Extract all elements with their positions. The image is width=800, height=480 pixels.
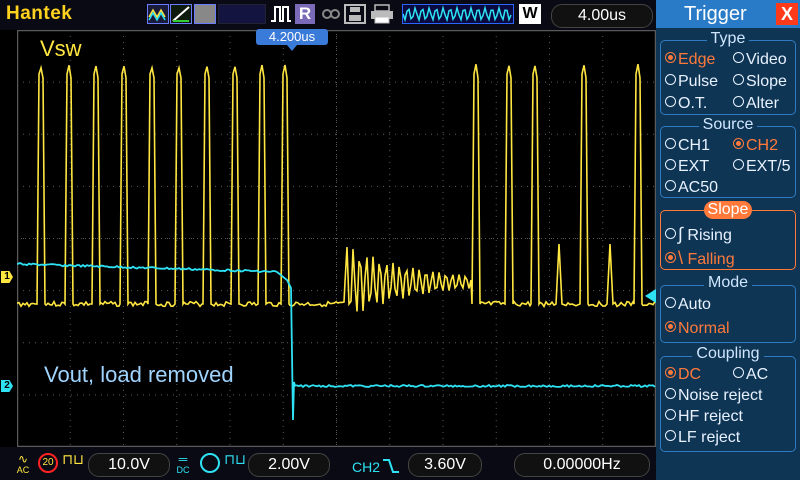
ch1-ground-marker[interactable]: 1 [1, 271, 13, 283]
display-pattern-icon[interactable] [147, 4, 169, 24]
source-option-ch2[interactable]: CH2 [733, 137, 778, 155]
type-option-ot[interactable]: O.T. [665, 95, 707, 113]
ch2-probe-icon[interactable]: ⊓⊔ [224, 452, 246, 466]
trace-label-vout: Vout, load removed [44, 362, 234, 387]
source-option-ac50[interactable]: AC50 [665, 179, 718, 197]
source-option-ext5[interactable]: EXT/5 [733, 158, 790, 176]
timebase-readout[interactable]: 4.00us [551, 4, 653, 28]
source-heading: Source [656, 116, 800, 134]
type-option-alter[interactable]: Alter [733, 95, 779, 113]
trigger-level-readout[interactable]: 3.60V [408, 453, 482, 477]
brand-logo: Hantek [6, 3, 73, 24]
coupling-option-lf-reject[interactable]: LF reject [665, 429, 740, 447]
slope-option-rising[interactable]: ∫ Rising [665, 224, 732, 245]
coupling-heading: Coupling [656, 345, 800, 363]
type-heading: Type [656, 30, 800, 48]
trigger-level-marker[interactable] [645, 289, 656, 303]
link-icon[interactable] [320, 4, 342, 24]
ch1-bandwidth-limit-icon[interactable]: 20 [38, 453, 58, 473]
trigger-menu: Trigger X Type Edge Video Pulse Slope O.… [656, 0, 800, 480]
slope-option-falling[interactable]: \ Falling [665, 248, 735, 269]
mode-option-normal[interactable]: Normal [665, 320, 730, 338]
falling-edge-icon [382, 457, 400, 480]
ch1-ac-coupling-icon[interactable]: ∿ AC [14, 453, 32, 476]
type-option-pulse[interactable]: Pulse [665, 73, 718, 91]
coupling-option-hf-reject[interactable]: HF reject [665, 408, 743, 426]
type-option-video[interactable]: Video [733, 51, 787, 69]
top-toolbar: Hantek R W 4.00us [0, 0, 656, 30]
ch2-invert-icon[interactable] [200, 453, 220, 473]
ramp-icon[interactable] [170, 4, 192, 24]
print-icon[interactable] [370, 4, 394, 24]
close-icon[interactable]: X [776, 3, 798, 25]
window-mode-icon[interactable]: W [519, 4, 541, 24]
trigger-source-readout: CH2 [352, 459, 381, 475]
bottom-status-bar: ∿ AC 20 ⊓⊔ 10.0V ═ DC ⊓⊔ 2.00V CH2 3.60V 0… [0, 447, 656, 480]
coupling-option-dc[interactable]: DC [665, 366, 701, 384]
type-option-edge[interactable]: Edge [665, 51, 715, 69]
coupling-option-noise-reject[interactable]: Noise reject [665, 387, 762, 405]
status-slot [218, 4, 266, 24]
type-option-slope[interactable]: Slope [733, 73, 787, 91]
ch1-volts-per-div[interactable]: 10.0V [88, 453, 170, 477]
ch1-probe-icon[interactable]: ⊓⊔ [62, 452, 84, 466]
waveform-position-icon[interactable] [402, 4, 514, 24]
save-icon[interactable] [344, 4, 366, 24]
frequency-readout: 0.00000Hz [514, 453, 650, 477]
ch2-ground-marker[interactable]: 2 [1, 380, 13, 392]
trace-label-vsw: Vsw [40, 36, 82, 61]
run-status-icon[interactable]: R [295, 4, 315, 24]
mode-option-auto[interactable]: Auto [665, 296, 711, 314]
ch2-dc-coupling-icon[interactable]: ═ DC [174, 453, 192, 475]
source-option-ext[interactable]: EXT [665, 158, 709, 176]
slope-heading: Slope [704, 201, 752, 219]
pulse-icon[interactable] [270, 4, 292, 24]
coupling-option-ac[interactable]: AC [733, 366, 768, 384]
source-option-ch1[interactable]: CH1 [665, 137, 710, 155]
trigger-position-marker[interactable]: 4.200us [256, 29, 328, 51]
ch2-volts-per-div[interactable]: 2.00V [248, 453, 330, 477]
mode-heading: Mode [656, 274, 800, 292]
persistence-icon[interactable] [194, 4, 216, 24]
